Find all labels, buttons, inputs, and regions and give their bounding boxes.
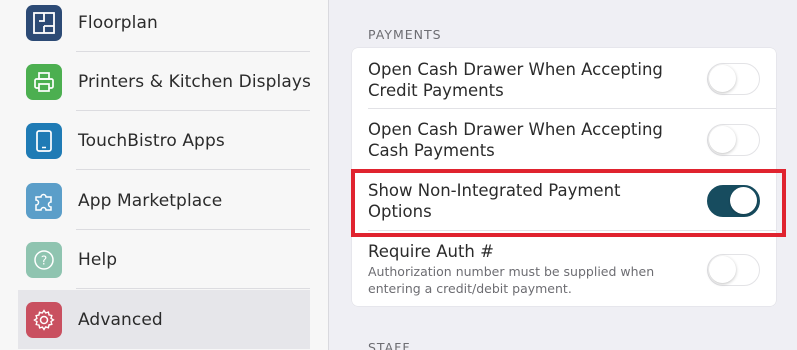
require-auth-toggle[interactable] [707,254,760,286]
section-header-payments: PAYMENTS [368,27,442,42]
setting-row-cash-drawer-cash: Open Cash Drawer When Accepting Cash Pay… [352,109,776,170]
highlight-annotation [351,169,786,237]
setting-row-cash-drawer-credit: Open Cash Drawer When Accepting Credit P… [352,48,776,109]
sidebar-item-floorplan[interactable]: Floorplan [18,0,310,52]
settings-sidebar: Floorplan Printers & Kitchen Displays To… [0,0,329,350]
section-header-staff: STAFF [368,340,411,350]
sidebar-item-advanced[interactable]: Advanced [18,290,310,349]
printer-icon [26,64,62,100]
divider [76,288,310,289]
setting-title: Open Cash Drawer When Accepting Cash Pay… [368,120,663,160]
setting-title: Open Cash Drawer When Accepting Credit P… [368,60,663,100]
toggle-knob [709,256,736,283]
toggle-knob [709,65,736,92]
sidebar-item-app-marketplace[interactable]: App Marketplace [18,171,310,230]
gear-icon [26,302,62,338]
setting-subtitle: Authorization number must be supplied wh… [368,264,655,296]
floorplan-icon [26,5,62,41]
cash-drawer-cash-toggle[interactable] [707,124,760,156]
sidebar-item-help[interactable]: ? Help [18,230,310,289]
sidebar-item-label: App Marketplace [78,190,223,211]
sidebar-item-label: Help [78,249,118,270]
sidebar-item-label: Floorplan [78,12,158,33]
cash-drawer-credit-toggle[interactable] [707,63,760,95]
tablet-icon [26,123,62,159]
sidebar-item-touchbistro-apps[interactable]: TouchBistro Apps [18,111,310,170]
svg-text:?: ? [41,254,47,268]
toggle-knob [709,126,736,153]
sidebar-item-label: Advanced [78,309,163,330]
sidebar-item-label: Printers & Kitchen Displays [78,71,311,92]
setting-title: Require Auth # [368,242,494,261]
help-icon: ? [26,242,62,278]
sidebar-item-printers[interactable]: Printers & Kitchen Displays [18,52,311,111]
sidebar-item-label: TouchBistro Apps [78,130,225,151]
divider [76,169,310,170]
puzzle-icon [26,183,62,219]
setting-row-require-auth: Require Auth # Authorization number must… [352,231,776,306]
